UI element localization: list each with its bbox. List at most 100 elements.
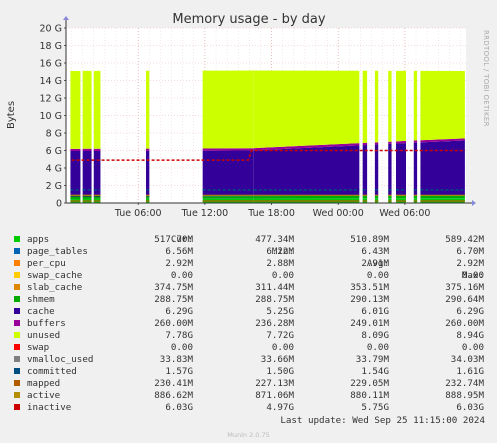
legend-avg: 229.05M — [350, 378, 389, 389]
legend-cur: 260.00M — [154, 318, 193, 329]
legend-name: page_tables — [27, 246, 88, 257]
legend-max: 0.00 — [461, 342, 484, 353]
legend-min: 477.34M — [255, 234, 294, 245]
legend-avg: 5.75G — [361, 402, 389, 413]
legend-cur: 6.29G — [165, 306, 193, 317]
legend-swatch — [14, 296, 20, 302]
legend-swatch — [14, 236, 20, 242]
legend-max: 6.29G — [456, 306, 484, 317]
legend-cur: 517.70M — [154, 234, 193, 245]
area-unused — [93, 70, 101, 149]
legend-row-cache: cache 6.29G 5.25G 6.01G 6.29G — [12, 306, 490, 318]
legend-swatch — [14, 380, 20, 386]
legend-header: Cur: Min: Avg: Max: — [12, 222, 490, 281]
area-cache — [388, 143, 392, 196]
y-ticks: 0 2 G 4 G 6 G 8 G 10 G 12 G 14 G 16 G 18 G 20 G — [40, 24, 66, 210]
area-unused — [253, 70, 360, 149]
area-unused — [82, 70, 92, 149]
y-tick-label: 6 G — [46, 146, 62, 157]
legend-cur: 33.83M — [159, 354, 193, 365]
area-buffers — [146, 148, 150, 151]
legend-row-mapped: mapped 230.41M 227.13M 229.05M 232.74M — [12, 378, 490, 390]
legend-row-slab-cache: slab_cache 374.75M 311.44M 353.51M 375.16M — [12, 282, 490, 294]
y-axis-arrow — [63, 16, 69, 20]
legend-row-committed: committed 1.57G 1.50G 1.54G 1.61G — [12, 366, 490, 378]
legend-name: active — [27, 390, 61, 401]
legend-name: buffers — [27, 318, 66, 329]
legend-min: 288.75M — [255, 294, 294, 305]
area-cache — [420, 140, 465, 196]
legend-max: 2.92M — [456, 258, 484, 269]
legend-avg: 0.00 — [366, 270, 389, 281]
legend-swatch — [14, 332, 20, 338]
legend-max: 888.95M — [445, 390, 484, 401]
legend-row-per-cpu: per_cpu 2.92M 2.88M 2.91M 2.92M — [12, 258, 490, 270]
legend-swatch — [14, 368, 20, 374]
area-shmem — [362, 195, 368, 199]
legend-min: 33.66M — [260, 354, 294, 365]
y-tick-label: 16 G — [40, 59, 62, 70]
legend-max: 290.64M — [445, 294, 484, 305]
y-tick-label: 8 G — [46, 129, 62, 140]
area-shmem — [253, 195, 360, 199]
legend-cur: 0.00 — [170, 270, 193, 281]
legend-max: 8.94G — [456, 330, 484, 341]
legend-row-apps: apps 517.70M 477.34M 510.89M 589.42M — [12, 234, 490, 246]
legend-cur: 374.75M — [154, 282, 193, 293]
area-shmem — [413, 195, 418, 199]
legend-avg: 8.09G — [361, 330, 389, 341]
area-unused — [202, 70, 254, 149]
legend-swatch — [14, 248, 20, 254]
legend-swatch — [14, 320, 20, 326]
legend-name: inactive — [27, 402, 72, 413]
legend-min: 236.28M — [255, 318, 294, 329]
legend-avg: 880.11M — [350, 390, 389, 401]
legend-min: 2.88M — [266, 258, 294, 269]
y-tick-label: 12 G — [40, 94, 62, 105]
legend-avg: 290.13M — [350, 294, 389, 305]
x-tick-label: Tue 06:00 — [114, 208, 162, 219]
area-shmem — [374, 195, 379, 199]
legend-min: 311.44M — [255, 282, 294, 293]
area-shmem — [70, 196, 81, 199]
area-buffers — [82, 148, 92, 151]
area-unused — [70, 70, 81, 149]
rrdtool-credit: RRDTOOL / TOBI OETIKER — [482, 30, 490, 127]
legend-name: shmem — [27, 294, 55, 305]
legend-avg: 249.01M — [350, 318, 389, 329]
area-shmem — [396, 195, 406, 199]
legend-row-page-tables: page_tables 6.56M 6.22M 6.43M 6.70M — [12, 246, 490, 258]
legend-min: 4.97G — [266, 402, 294, 413]
area-unused — [362, 70, 368, 143]
area-cache — [374, 144, 379, 196]
x-tick-label: Tue 12:00 — [181, 208, 229, 219]
area-unused — [396, 70, 406, 142]
area-cache — [253, 145, 360, 197]
legend-max: 1.61G — [456, 366, 484, 377]
legend-row-vmalloc-used: vmalloc_used 33.83M 33.66M 33.79M 34.03M — [12, 354, 490, 366]
y-tick-label: 4 G — [46, 164, 62, 175]
legend-row-unused: unused 7.78G 7.72G 8.09G 8.94G — [12, 330, 490, 342]
legend-table: Cur: Min: Avg: Max: apps 517.70M 477.34M 51… — [12, 222, 490, 414]
area-buffers — [362, 142, 368, 146]
x-tick-label: Wed 06:00 — [379, 208, 430, 219]
area-cache — [362, 144, 368, 196]
area-shmem — [82, 196, 92, 199]
y-tick-label: 18 G — [40, 41, 62, 52]
legend-avg: 510.89M — [350, 234, 389, 245]
legend-avg: 353.51M — [350, 282, 389, 293]
x-axis-arrow — [472, 200, 476, 206]
area-buffers — [374, 142, 379, 145]
area-buffers — [413, 140, 418, 143]
legend-min: 7.72G — [266, 330, 294, 341]
last-update: Last update: Wed Sep 25 11:15:00 2024 — [280, 415, 485, 426]
y-tick-label: 20 G — [40, 24, 62, 35]
legend-cur: 886.62M — [154, 390, 193, 401]
legend-min: 5.25G — [266, 306, 294, 317]
x-ticks: Tue 06:00 Tue 12:00 Tue 18:00 Wed 00:00 Wed … — [114, 203, 430, 219]
y-axis-label: Bytes — [6, 101, 17, 129]
legend-name: committed — [27, 366, 77, 377]
legend-name: swap_cache — [27, 270, 83, 281]
area-shmem — [93, 196, 101, 199]
area-buffers — [202, 148, 254, 151]
